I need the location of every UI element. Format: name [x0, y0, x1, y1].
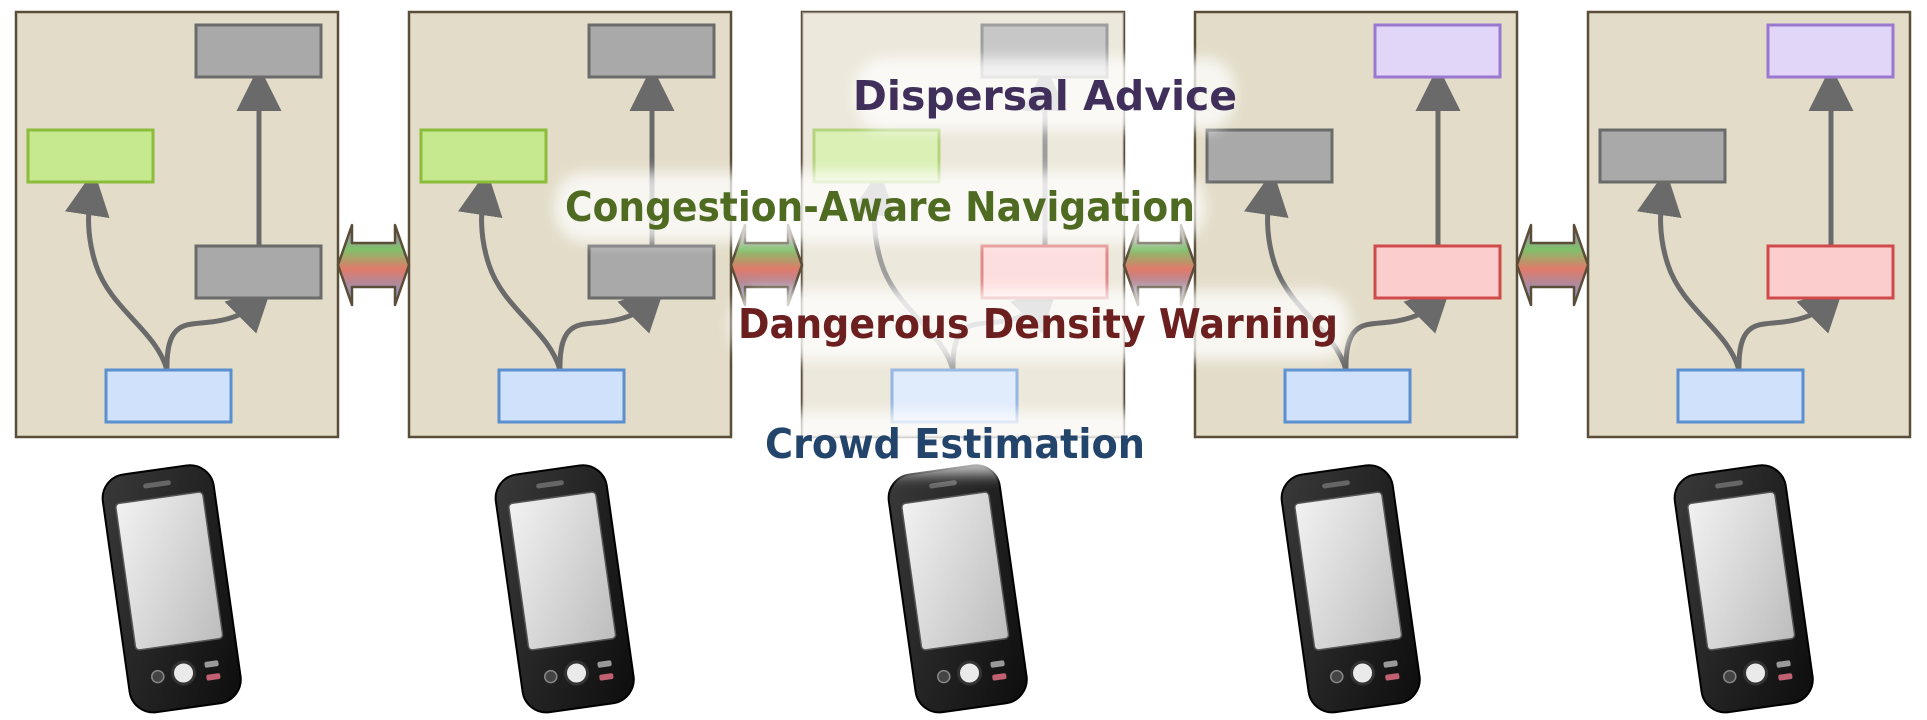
phone-side-button: [151, 669, 165, 684]
phone-side-button: [937, 669, 951, 684]
smartphone-icon: [101, 464, 242, 714]
smartphone-icon: [1673, 464, 1814, 714]
congestion-navigation-label: Congestion-Aware Navigation: [565, 183, 1195, 231]
middle-module-box: [1373, 244, 1502, 300]
middle-module-box: [1766, 244, 1895, 300]
middle-module-box: [194, 244, 323, 300]
left-module-box: [26, 128, 155, 184]
device-panel-1: [14, 10, 340, 439]
left-module-box: [1598, 128, 1727, 184]
top-module-box: [587, 23, 716, 79]
bottom-module-box: [1283, 368, 1412, 424]
bottom-module-box: [497, 368, 626, 424]
phone-home-button: [1743, 660, 1769, 686]
crowd-app-diagram: Dispersal Advice Congestion-Aware Naviga…: [14, 10, 1912, 714]
double-arrow-icon: [1515, 223, 1590, 307]
top-module-box: [1373, 23, 1502, 79]
double-arrow-icon: [336, 223, 411, 307]
phone-home-button: [171, 660, 197, 686]
device-panel-4: [1193, 10, 1519, 439]
top-module-box: [194, 23, 323, 79]
phone-home-button: [564, 660, 590, 686]
phone-home-button: [1350, 660, 1376, 686]
left-module-box: [1205, 128, 1334, 184]
phone-side-button: [544, 669, 558, 684]
smartphone-icon: [887, 464, 1028, 714]
smartphone-icon: [494, 464, 635, 714]
dispersal-advice-label: Dispersal Advice: [853, 72, 1237, 120]
left-module-box: [419, 128, 548, 184]
phone-side-button: [1330, 669, 1344, 684]
bottom-module-box: [1676, 368, 1805, 424]
device-panel-5: [1586, 10, 1912, 439]
phones-row: [101, 464, 1814, 714]
top-module-box: [1766, 23, 1895, 79]
density-warning-label: Dangerous Density Warning: [738, 300, 1338, 348]
phone-home-button: [957, 660, 983, 686]
phone-side-button: [1723, 669, 1737, 684]
bottom-module-box: [104, 368, 233, 424]
crowd-estimation-label: Crowd Estimation: [765, 420, 1145, 468]
middle-module-box: [587, 244, 716, 300]
smartphone-icon: [1280, 464, 1421, 714]
